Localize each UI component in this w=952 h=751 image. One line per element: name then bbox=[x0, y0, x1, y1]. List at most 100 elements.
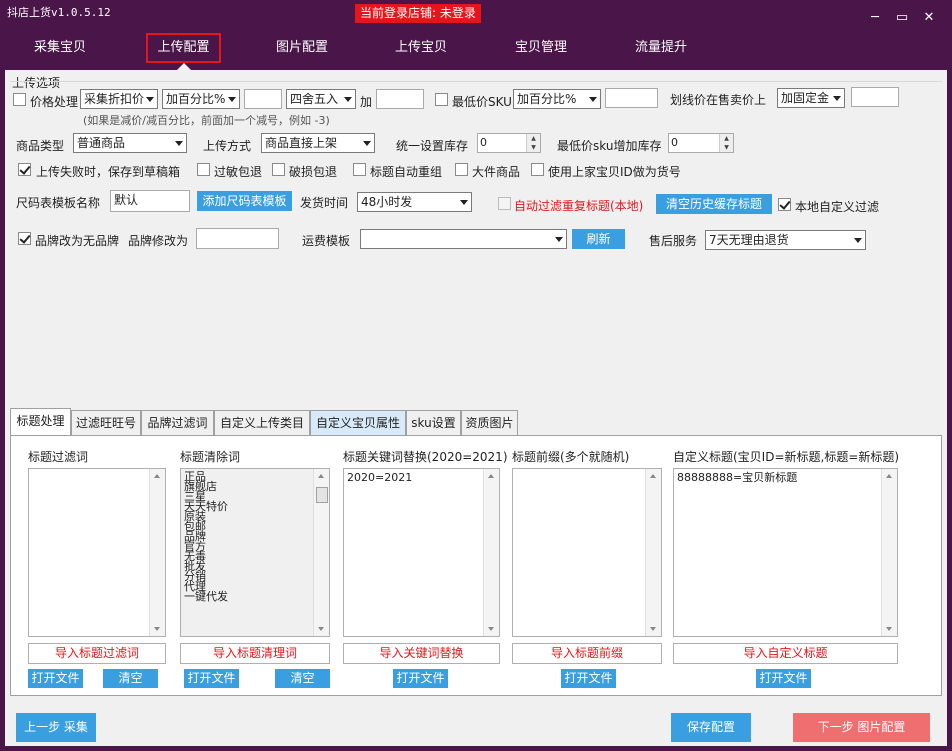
after-sale-label: 售后服务 bbox=[649, 234, 698, 248]
brand-none-checkbox[interactable] bbox=[18, 232, 31, 245]
replace-words-content: 2020=2021 bbox=[347, 471, 413, 484]
main-nav: 采集宝贝 上传配置 图片配置 上传宝贝 宝贝管理 流量提升 bbox=[0, 30, 952, 70]
custom-open-file-button[interactable]: 打开文件 bbox=[756, 669, 811, 688]
tab-qualification-images[interactable]: 资质图片 bbox=[461, 410, 518, 435]
tab-brand-filter[interactable]: 品牌过滤词 bbox=[141, 410, 214, 435]
plus-label: 加 bbox=[360, 95, 373, 109]
auto-filter-label: 自动过滤重复标题(本地) bbox=[514, 199, 644, 213]
price-value-input[interactable] bbox=[244, 89, 282, 109]
stock-stepper[interactable]: 0 ▲ ▼ bbox=[477, 133, 541, 153]
clean-words-list[interactable]: 正品 旗舰店 三星 天天特价 原装 包邮 品牌 官方 无毒 批发 分销 代理 一键代发 bbox=[180, 468, 330, 637]
filter-open-file-button[interactable]: 打开文件 bbox=[28, 669, 83, 688]
replace-words-list[interactable]: 2020=2021 bbox=[343, 468, 500, 637]
replace-words-title: 标题关键词替换(2020=2021) bbox=[343, 450, 508, 464]
prefix-title: 标题前缀(多个就随机) bbox=[512, 450, 630, 464]
tab-title-process[interactable]: 标题处理 bbox=[10, 408, 71, 435]
tab-custom-attributes[interactable]: 自定义宝贝属性 bbox=[310, 410, 406, 435]
min-sku-value-input[interactable] bbox=[605, 88, 658, 108]
custom-title-scrollbar[interactable] bbox=[881, 469, 897, 636]
tab-custom-category[interactable]: 自定义上传类目 bbox=[214, 410, 310, 435]
import-replace-words-button[interactable]: 导入关键词替换 bbox=[343, 643, 500, 664]
brand-change-input[interactable] bbox=[196, 228, 279, 249]
clean-clear-button[interactable]: 清空 bbox=[275, 669, 330, 688]
bulky-item-checkbox[interactable] bbox=[455, 163, 468, 176]
freight-template-label: 运费模板 bbox=[302, 234, 351, 248]
min-sku-stock-stepper[interactable]: 0 ▲ ▼ bbox=[668, 133, 734, 153]
strike-price-value-input[interactable] bbox=[851, 87, 899, 107]
nav-collect[interactable]: 采集宝贝 bbox=[20, 33, 100, 63]
nav-upload-config[interactable]: 上传配置 bbox=[146, 33, 221, 63]
prefix-scrollbar[interactable] bbox=[645, 469, 661, 636]
prefix-open-file-button[interactable]: 打开文件 bbox=[561, 669, 616, 688]
filter-words-scrollbar[interactable] bbox=[149, 469, 165, 636]
add-size-template-button[interactable]: 添加尺码表模板 bbox=[197, 191, 292, 211]
custom-title-list[interactable]: 88888888=宝贝新标题 bbox=[673, 468, 898, 637]
maximize-button[interactable]: ▭ bbox=[894, 10, 910, 26]
upload-mode-select[interactable]: 商品直接上架 bbox=[261, 133, 375, 153]
nav-item-manage[interactable]: 宝贝管理 bbox=[501, 33, 581, 63]
price-process-label: 价格处理 bbox=[30, 95, 79, 109]
fail-draft-label: 上传失败时，保存到草稿箱 bbox=[36, 165, 181, 179]
sensitive-return-checkbox[interactable] bbox=[197, 163, 210, 176]
minimize-button[interactable]: ─ bbox=[867, 10, 883, 26]
filter-words-list[interactable] bbox=[28, 468, 166, 637]
nav-image-config[interactable]: 图片配置 bbox=[262, 33, 342, 63]
clean-words-scrollbar[interactable] bbox=[313, 469, 329, 636]
clear-cache-button[interactable]: 清空历史缓存标题 bbox=[656, 194, 772, 214]
price-process-checkbox[interactable] bbox=[13, 93, 26, 106]
import-prefix-button[interactable]: 导入标题前缀 bbox=[512, 643, 662, 664]
custom-title-content: 88888888=宝贝新标题 bbox=[677, 471, 798, 484]
brand-change-label: 品牌修改为 bbox=[128, 234, 189, 248]
filter-clear-button[interactable]: 清空 bbox=[103, 669, 158, 688]
nav-traffic[interactable]: 流量提升 bbox=[621, 33, 701, 63]
ship-time-select[interactable]: 48小时发 bbox=[357, 192, 472, 212]
title-bar: 抖店上货v1.0.5.12 当前登录店铺: 未登录 ─ ▭ ✕ bbox=[0, 0, 952, 30]
freight-template-select[interactable] bbox=[360, 229, 567, 249]
fail-draft-checkbox[interactable] bbox=[18, 163, 31, 176]
product-type-select[interactable]: 普通商品 bbox=[73, 133, 187, 153]
prev-step-button[interactable]: 上一步 采集 bbox=[16, 713, 96, 742]
import-clean-words-button[interactable]: 导入标题清理词 bbox=[180, 643, 330, 664]
use-source-id-checkbox[interactable] bbox=[531, 163, 544, 176]
size-template-label: 尺码表模板名称 bbox=[16, 196, 101, 210]
after-sale-select[interactable]: 7天无理由退货 bbox=[705, 230, 866, 250]
plus-value-input[interactable] bbox=[376, 89, 424, 109]
bulky-item-label: 大件商品 bbox=[472, 165, 521, 179]
size-template-input[interactable]: 默认 bbox=[110, 190, 190, 212]
group-divider bbox=[10, 81, 942, 82]
nav-upload-items[interactable]: 上传宝贝 bbox=[381, 33, 461, 63]
refresh-button[interactable]: 刷新 bbox=[572, 229, 625, 249]
replace-open-file-button[interactable]: 打开文件 bbox=[393, 669, 448, 688]
clean-words-lines: 正品 旗舰店 三星 天天特价 原装 包邮 品牌 官方 无毒 批发 分销 代理 一键代发 bbox=[184, 471, 228, 602]
brand-none-label: 品牌改为无品牌 bbox=[35, 234, 120, 248]
rounding-select[interactable]: 四舍五入 bbox=[286, 89, 356, 109]
import-filter-words-button[interactable]: 导入标题过滤词 bbox=[28, 643, 166, 664]
local-filter-checkbox[interactable] bbox=[778, 198, 791, 211]
strike-price-mode-select[interactable]: 加固定金 bbox=[777, 88, 845, 108]
close-button[interactable]: ✕ bbox=[921, 10, 937, 26]
damage-return-checkbox[interactable] bbox=[272, 163, 285, 176]
min-sku-checkbox[interactable] bbox=[435, 93, 448, 106]
product-type-label: 商品类型 bbox=[16, 139, 65, 153]
price-mode-select[interactable]: 加百分比% bbox=[162, 89, 240, 109]
use-source-id-label: 使用上家宝贝ID做为货号 bbox=[548, 165, 681, 179]
local-filter-label: 本地自定义过滤 bbox=[795, 200, 880, 214]
prefix-list[interactable] bbox=[512, 468, 662, 637]
min-sku-label: 最低价SKU bbox=[452, 95, 512, 109]
next-step-button[interactable]: 下一步 图片配置 bbox=[793, 713, 930, 742]
tab-sku-settings[interactable]: sku设置 bbox=[406, 410, 461, 435]
min-sku-stock-label: 最低价sku增加库存 bbox=[557, 139, 662, 153]
app-title: 抖店上货v1.0.5.12 bbox=[7, 6, 111, 19]
ship-time-label: 发货时间 bbox=[300, 196, 349, 210]
price-source-select[interactable]: 采集折扣价 bbox=[80, 89, 158, 109]
clean-open-file-button[interactable]: 打开文件 bbox=[184, 669, 239, 688]
min-sku-mode-select[interactable]: 加百分比% bbox=[513, 89, 601, 109]
auto-filter-checkbox[interactable] bbox=[498, 197, 511, 210]
title-regroup-checkbox[interactable] bbox=[353, 163, 366, 176]
tab-filter-wangwang[interactable]: 过滤旺旺号 bbox=[71, 410, 141, 435]
damage-return-label: 破损包退 bbox=[289, 165, 338, 179]
replace-words-scrollbar[interactable] bbox=[483, 469, 499, 636]
save-config-button[interactable]: 保存配置 bbox=[671, 713, 751, 742]
active-tab-caret bbox=[177, 63, 191, 70]
import-custom-title-button[interactable]: 导入自定义标题 bbox=[673, 643, 898, 664]
